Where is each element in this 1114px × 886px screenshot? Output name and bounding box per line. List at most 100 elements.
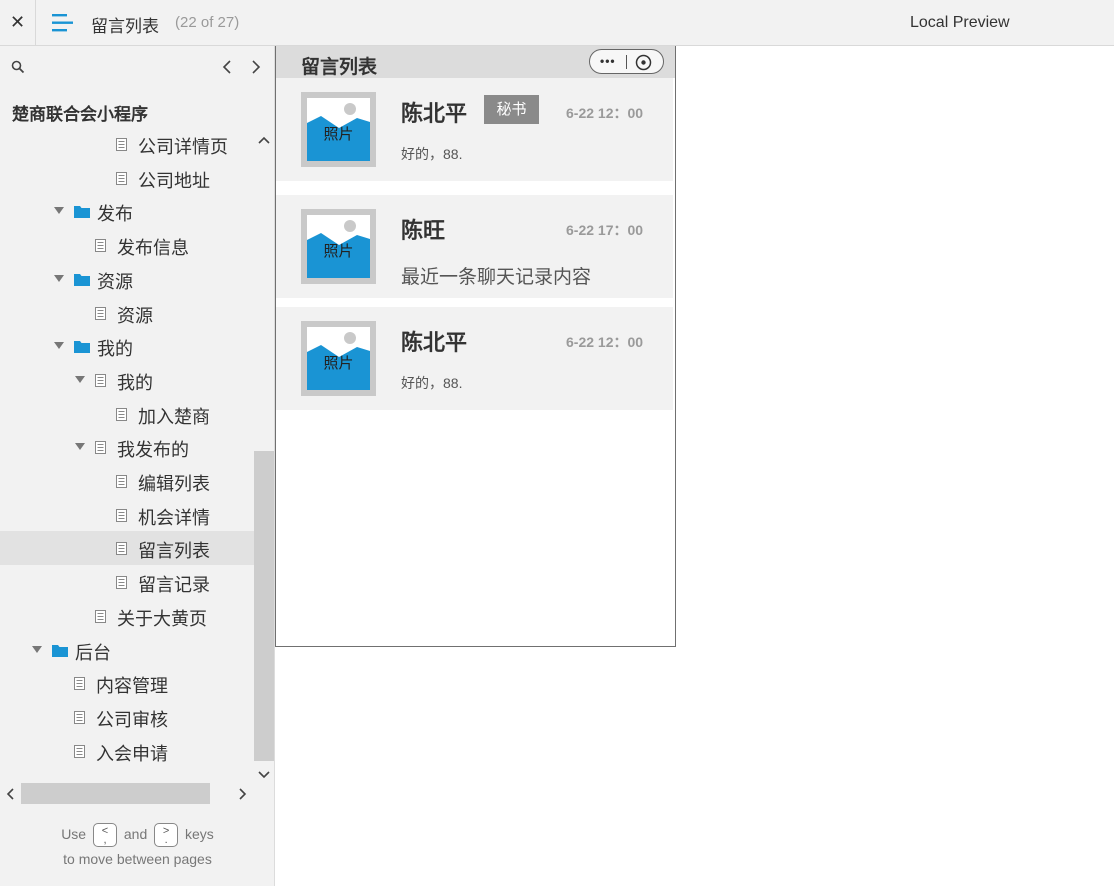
tree-page[interactable]: 发布信息	[0, 228, 254, 262]
expand-arrow-icon[interactable]	[32, 645, 42, 653]
vertical-scrollbar-thumb[interactable]	[254, 451, 274, 761]
more-icon[interactable]: •••	[600, 54, 616, 68]
message-preview: 最近一条聊天记录内容	[401, 267, 592, 288]
page-icon	[116, 171, 127, 190]
search-icon[interactable]	[11, 60, 25, 74]
expand-arrow-icon[interactable]	[54, 342, 64, 350]
project-title: 楚商联合会小程序	[12, 105, 148, 124]
top-bar: ✕ 留言列表 (22 of 27) Local Preview	[0, 0, 1114, 46]
tree-page[interactable]: 留言列表	[0, 531, 254, 566]
menu-icon[interactable]	[52, 13, 74, 33]
close-button[interactable]: ✕	[0, 0, 36, 45]
page-icon	[95, 239, 106, 257]
previous-page-button[interactable]	[220, 58, 234, 76]
folder-icon	[74, 205, 90, 223]
scroll-down-icon[interactable]	[258, 767, 270, 779]
prev-key-icon: < ,	[92, 823, 117, 848]
chevron-left-icon	[222, 60, 231, 74]
tree-page[interactable]: 关于大黄页	[0, 599, 254, 633]
page-icon	[74, 677, 85, 695]
page-icon	[95, 441, 106, 459]
tree-item-label: 发布信息	[117, 238, 189, 259]
page-icon	[74, 710, 85, 729]
tree-folder[interactable]: 我的	[0, 329, 254, 363]
tree-page[interactable]: 编辑列表	[0, 464, 254, 498]
page-icon	[116, 138, 127, 156]
message-time: 6-22 17：00	[566, 222, 644, 238]
sender-name: 陈北平	[401, 101, 468, 126]
tree-page[interactable]: 我发布的	[0, 430, 254, 464]
sender-name: 陈北平	[401, 330, 468, 355]
tree-item-label: 资源	[117, 305, 153, 326]
scroll-up-icon[interactable]	[258, 132, 270, 144]
avatar: 照片	[301, 209, 376, 284]
tree-page[interactable]: 我的	[0, 363, 254, 397]
image-placeholder-icon: 照片	[307, 327, 370, 390]
tree-page[interactable]: 公司地址	[0, 161, 254, 195]
tree-item-label: 我发布的	[117, 440, 189, 461]
tree-item-label: 后台	[75, 642, 111, 663]
page-icon	[116, 576, 127, 594]
tree-folder[interactable]: 后台	[0, 633, 254, 667]
tree-page[interactable]: 留言记录	[0, 565, 254, 599]
next-page-button[interactable]	[249, 58, 263, 76]
preview-label: Local Preview	[910, 14, 1010, 31]
folder-icon	[74, 340, 90, 358]
tree-folder[interactable]: 发布	[0, 194, 254, 228]
sidebar: 楚商联合会小程序 公司详情页 公司地址 发布 发布信息 资源 资源 我的 我的 加入楚商 我发布的…	[0, 46, 275, 886]
tree-item-label: 公司地址	[138, 170, 210, 191]
tree-item-label: 公司详情页	[138, 137, 228, 157]
tree-page[interactable]: 加入楚商	[0, 397, 254, 431]
close-target-icon[interactable]	[635, 54, 652, 71]
tree-page[interactable]: 机会详情	[0, 498, 254, 532]
scroll-left-icon[interactable]	[5, 787, 15, 801]
message-preview: 好的，88.	[401, 146, 463, 162]
page-icon	[116, 542, 127, 560]
tree-item-label: 资源	[97, 271, 133, 292]
role-badge: 秘书	[484, 95, 539, 124]
page-icon	[95, 609, 106, 628]
message-item[interactable]: 照片 陈北平 6-22 12：00 好的，88.	[276, 307, 673, 410]
horizontal-scrollbar-thumb[interactable]	[21, 783, 210, 804]
page-icon	[116, 508, 127, 527]
expand-arrow-icon[interactable]	[54, 274, 64, 282]
photo-label: 照片	[323, 355, 354, 372]
image-placeholder-icon: 照片	[307, 215, 370, 278]
tree-item-label: 关于大黄页	[117, 608, 207, 629]
expand-arrow-icon[interactable]	[75, 443, 85, 451]
capsule-menu[interactable]: •••	[589, 49, 664, 74]
page-icon	[116, 407, 127, 426]
scroll-right-icon[interactable]	[238, 787, 248, 801]
tree-folder[interactable]: 资源	[0, 262, 254, 296]
tree-item-label: 留言记录	[138, 575, 210, 596]
tree-page[interactable]: 内容管理	[0, 666, 254, 700]
avatar: 照片	[301, 92, 376, 167]
tree-page[interactable]: 资源	[0, 296, 254, 330]
tree-item-label: 内容管理	[96, 676, 168, 697]
tree-item-label: 留言列表	[138, 541, 210, 562]
image-placeholder-icon: 照片	[307, 98, 370, 161]
tree-item-label: 编辑列表	[138, 474, 210, 494]
message-time: 6-22 12：00	[566, 334, 644, 350]
message-item[interactable]: 照片 陈北平 秘书 6-22 12：00 好的，88.	[276, 78, 673, 181]
tree-page[interactable]: 入会申请	[0, 734, 254, 768]
tree-item-label: 入会申请	[96, 743, 168, 764]
sender-name: 陈旺	[401, 218, 446, 243]
page-icon	[95, 373, 106, 392]
preview-page-title: 留言列表	[301, 57, 378, 78]
close-icon: ✕	[9, 12, 26, 32]
expand-arrow-icon[interactable]	[75, 375, 85, 383]
capsule-divider	[626, 55, 627, 69]
avatar: 照片	[301, 321, 376, 396]
page-count: (22 of 27)	[175, 14, 240, 31]
expand-arrow-icon[interactable]	[54, 207, 64, 215]
tree-item-label: 机会详情	[138, 507, 210, 528]
tree-item-label: 我的	[97, 339, 133, 360]
tree-page[interactable]: 公司详情页	[0, 127, 254, 161]
folder-icon	[52, 644, 68, 662]
tree-item-label: 公司审核	[96, 709, 168, 730]
message-item[interactable]: 照片 陈旺 6-22 17：00 最近一条聊天记录内容	[276, 195, 673, 298]
page-icon	[95, 306, 106, 325]
tree-page[interactable]: 公司审核	[0, 700, 254, 734]
message-preview: 好的，88.	[401, 375, 463, 391]
